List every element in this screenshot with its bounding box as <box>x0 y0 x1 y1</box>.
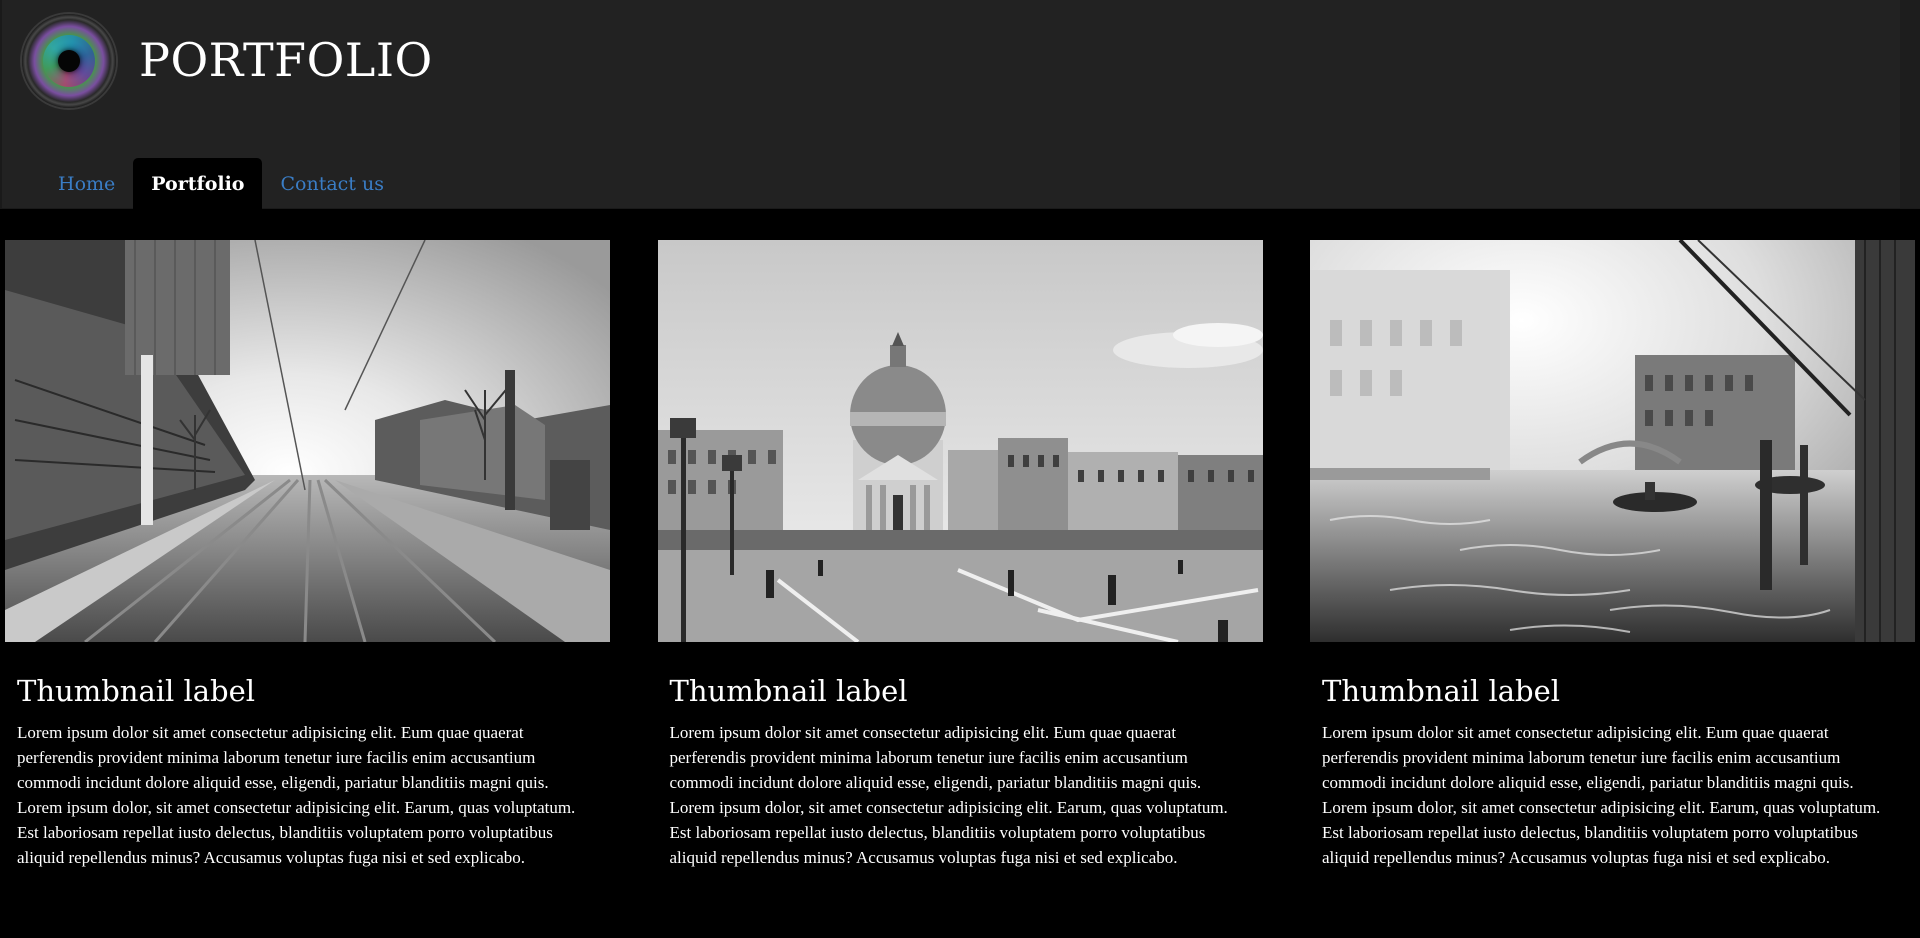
thumbnail-caption: Thumbnail label Lorem ipsum dolor sit am… <box>1310 642 1915 870</box>
thumbnail-text: Lorem ipsum dolor sit amet consectetur a… <box>669 723 1228 867</box>
thumbnail-caption: Thumbnail label Lorem ipsum dolor sit am… <box>658 642 1263 870</box>
site-brand[interactable]: PORTFOLIO <box>139 33 433 87</box>
lens-center <box>58 50 80 72</box>
thumbnail-image-venice-dome[interactable] <box>657 240 1263 642</box>
site-header: PORTFOLIO Home Portfolio Contact us <box>0 0 1920 209</box>
main-nav: Home Portfolio Contact us <box>40 158 402 209</box>
nav-home[interactable]: Home <box>40 158 133 209</box>
thumbnail-grid: Thumbnail label Lorem ipsum dolor sit am… <box>5 240 1915 870</box>
thumbnail-card: Thumbnail label Lorem ipsum dolor sit am… <box>1310 240 1915 870</box>
thumbnail-image-venice-canal[interactable] <box>1310 240 1915 642</box>
thumbnail-card: Thumbnail label Lorem ipsum dolor sit am… <box>657 240 1263 870</box>
thumbnail-caption: Thumbnail label Lorem ipsum dolor sit am… <box>5 642 610 870</box>
thumbnail-text: Lorem ipsum dolor sit amet consectetur a… <box>1322 723 1881 867</box>
thumbnail-text: Lorem ipsum dolor sit amet consectetur a… <box>17 723 576 867</box>
nav-portfolio[interactable]: Portfolio <box>133 158 263 209</box>
nav-contact-us[interactable]: Contact us <box>262 158 401 209</box>
thumbnail-title: Thumbnail label <box>17 674 256 708</box>
thumbnail-title: Thumbnail label <box>1322 674 1561 708</box>
thumbnail-image-street[interactable] <box>5 240 610 642</box>
camera-lens-icon[interactable] <box>22 14 116 108</box>
thumbnail-card: Thumbnail label Lorem ipsum dolor sit am… <box>5 240 610 870</box>
thumbnail-title: Thumbnail label <box>669 674 908 708</box>
